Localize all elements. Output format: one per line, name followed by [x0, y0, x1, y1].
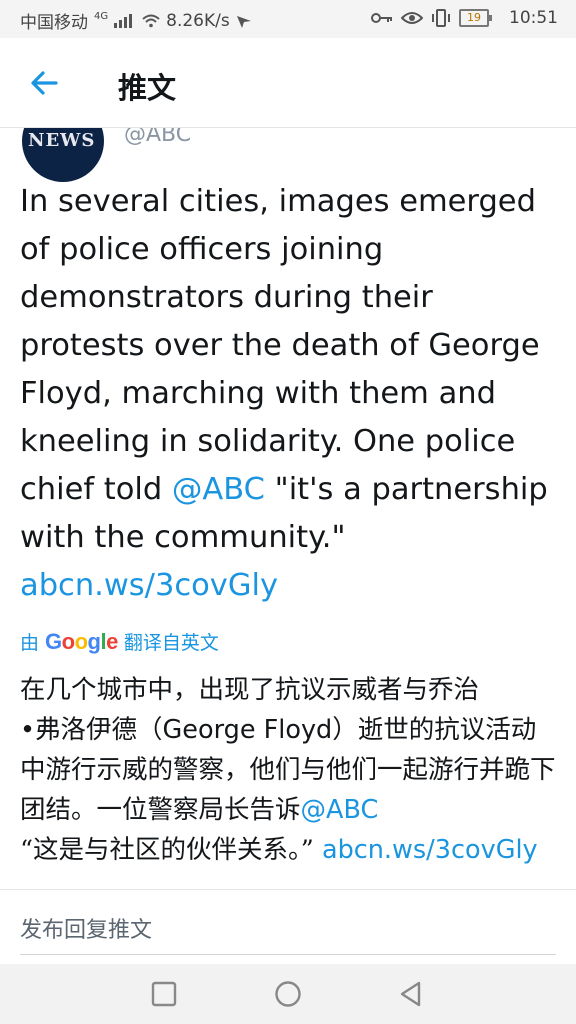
translation-attribution[interactable]: 由 Google 翻译自英文 [20, 628, 219, 655]
reply-bar: 发布回复推文 [0, 889, 576, 965]
user-handle[interactable]: @ABC [124, 128, 191, 147]
back-arrow-icon[interactable] [28, 66, 62, 100]
home-circle-icon[interactable] [274, 980, 302, 1008]
recents-square-icon[interactable] [150, 980, 178, 1008]
translation-prefix: 由 [20, 632, 40, 654]
translation-quote: “这是与社区的伙伴关系。” [20, 835, 322, 865]
translation-url-link[interactable]: abcn.ws/3covGly [322, 835, 538, 865]
network-speed: 8.26K/s [166, 10, 230, 31]
tweet-body: In several cities, images emerged of pol… [20, 184, 540, 507]
tweet-text: In several cities, images emerged of pol… [20, 178, 560, 610]
key-icon [371, 13, 392, 23]
battery-icon: 19 [459, 9, 492, 27]
mention-link[interactable]: @ABC [172, 472, 265, 507]
google-logo: Google [45, 628, 118, 654]
reply-input[interactable]: 发布回复推文 [20, 912, 152, 944]
back-triangle-icon[interactable] [397, 980, 425, 1008]
network-type: 4G [94, 11, 109, 22]
page-title: 推文 [118, 71, 177, 105]
clock: 10:51 [509, 8, 558, 28]
translated-text: 在几个城市中，出现了抗议示威者与乔治 •弗洛伊德（George Floyd）逝世的… [20, 670, 560, 870]
translation-name: George Floyd [162, 715, 333, 745]
header: 推文 [0, 38, 576, 128]
translation-segment: •弗洛伊德（ [20, 715, 163, 745]
status-bar: 中国移动 4G 8.26K/s 19 10:51 [0, 0, 576, 38]
eye-icon [401, 12, 423, 24]
translation-mention-link[interactable]: @ABC [301, 795, 379, 825]
signal-icon [114, 13, 133, 28]
navigation-bar [0, 964, 576, 1024]
location-arrow-icon [236, 15, 251, 28]
tweet-detail: NEWS @ABC In several cities, images emer… [0, 128, 576, 888]
divider [20, 954, 556, 955]
avatar-logo-text: NEWS [28, 130, 96, 151]
translation-suffix: 翻译自英文 [123, 632, 219, 654]
wifi-icon [142, 14, 160, 27]
vibrate-icon [432, 9, 450, 27]
translation-line: 在几个城市中，出现了抗议示威者与乔治 [20, 675, 480, 705]
url-link[interactable]: abcn.ws/3covGly [20, 568, 278, 603]
avatar[interactable]: NEWS [22, 128, 104, 182]
carrier-name: 中国移动 [20, 13, 88, 33]
